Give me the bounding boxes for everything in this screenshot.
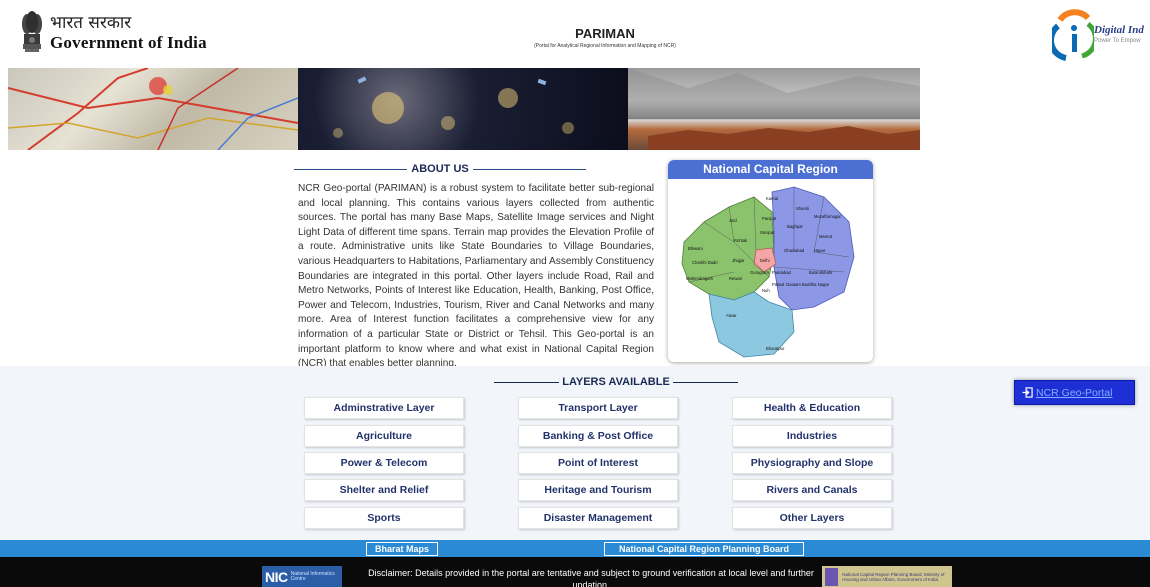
bharat-maps-link[interactable]: Bharat Maps	[366, 542, 438, 556]
layer-button-shelter-relief[interactable]: Shelter and Relief	[304, 479, 464, 501]
layer-button-health-education[interactable]: Health & Education	[732, 397, 892, 419]
map-label: Rohtak	[734, 238, 748, 243]
map-label: Mahendragarh	[686, 276, 714, 281]
goi-english-text: Government of India	[50, 33, 207, 52]
banner-terrain-image	[628, 68, 920, 150]
sign-in-icon	[1022, 387, 1033, 398]
page-title: PARIMAN	[575, 26, 635, 41]
map-label: Shamli	[796, 206, 809, 211]
national-emblem-icon	[22, 11, 42, 52]
map-label: Palwal	[772, 282, 784, 287]
layer-button-rivers-canals[interactable]: Rivers and Canals	[732, 479, 892, 501]
links-bar	[0, 540, 1150, 557]
about-us-heading: ABOUT US	[294, 163, 587, 175]
map-label: Panipat	[762, 216, 777, 221]
ncrpb-emblem-icon	[825, 567, 839, 586]
disclaimer-text: Disclaimer: Details provided in the port…	[368, 568, 814, 587]
map-label: Karnal	[766, 196, 778, 201]
map-label: Muzaffarnagar	[814, 214, 842, 219]
layer-button-disaster-management[interactable]: Disaster Management	[518, 507, 678, 529]
layer-button-point-of-interest[interactable]: Point of Interest	[518, 452, 678, 474]
layers-available-heading-text: LAYERS AVAILABLE	[562, 376, 670, 388]
digital-india-tagline: Power To Empow	[1094, 38, 1141, 44]
digital-india-icon	[1052, 9, 1094, 61]
map-label: Jhajjar	[732, 258, 745, 263]
ncrpb-link[interactable]: National Capital Region Planning Board	[604, 542, 804, 556]
nic-logo[interactable]: NIC National Informatics Centre	[262, 566, 342, 587]
banner-road-map-image	[8, 68, 298, 150]
banner-strip	[8, 68, 920, 150]
layer-button-power-telecom[interactable]: Power & Telecom	[304, 452, 464, 474]
page: भारत सरकार Government of India PARIMAN (…	[0, 0, 1150, 587]
map-label: Bharatpur	[766, 346, 785, 351]
layer-button-sports[interactable]: Sports	[304, 507, 464, 529]
layer-button-physiography[interactable]: Physiography and Slope	[732, 452, 892, 474]
nic-logo-text: NIC	[265, 568, 288, 585]
map-label: Charkhi Dadri	[692, 260, 718, 265]
map-label: Sonipat	[760, 230, 775, 235]
ncrpb-logo-text: National Capital Region Planning Board, …	[842, 571, 945, 582]
about-us-text: NCR Geo-portal (PARIMAN) is a robust sys…	[298, 183, 654, 370]
government-of-india-logo[interactable]: भारत सरकार Government of India	[20, 10, 207, 56]
banner-night-light-image	[298, 68, 628, 150]
layer-button-banking-post[interactable]: Banking & Post Office	[518, 425, 678, 447]
map-label: Bhiwani	[688, 246, 703, 251]
layer-button-agriculture[interactable]: Agriculture	[304, 425, 464, 447]
digital-india-text: Digital Ind	[1094, 24, 1144, 36]
site-header: भारत सरकार Government of India PARIMAN (…	[0, 0, 1150, 68]
goi-hindi-text: भारत सरकार	[50, 13, 132, 33]
map-label: Jind	[729, 218, 737, 223]
nic-logo-subtext: National Informatics Centre	[290, 570, 335, 582]
ncrpb-logo[interactable]: National Capital Region Planning Board, …	[822, 566, 952, 587]
layer-button-transport[interactable]: Transport Layer	[518, 397, 678, 419]
page-subtitle: (Portal for Analytical Regional Informat…	[534, 43, 676, 49]
map-label: Alwar	[726, 313, 737, 318]
map-label: Gautam Buddha Nagar	[786, 282, 830, 287]
portal-title-block: PARIMAN (Portal for Analytical Regional …	[460, 26, 750, 49]
digital-india-logo[interactable]: Digital Ind Power To Empow	[1052, 8, 1150, 66]
ncr-map-title: National Capital Region	[668, 160, 873, 179]
map-label: Ghaziabad	[784, 248, 805, 253]
map-label: Faridabad	[772, 270, 792, 275]
map-label: Bulandshahr	[809, 270, 833, 275]
map-label: Hapur	[814, 248, 826, 253]
layer-button-other[interactable]: Other Layers	[732, 507, 892, 529]
ncr-map-card[interactable]: National Capital Region Karnal Shamli Ji…	[668, 160, 873, 362]
map-label: Delhi	[760, 258, 770, 263]
map-label: Baghpat	[787, 224, 803, 229]
layers-available-heading: LAYERS AVAILABLE	[494, 376, 739, 388]
about-us-heading-text: ABOUT US	[411, 163, 469, 175]
map-label: Gurugram	[750, 270, 769, 275]
map-label: Meerut	[819, 234, 833, 239]
layer-button-heritage-tourism[interactable]: Heritage and Tourism	[518, 479, 678, 501]
ncr-region-map[interactable]: Karnal Shamli Jind Panipat Muzaffarnagar…	[674, 182, 869, 360]
map-label: Rewari	[729, 276, 742, 281]
ncr-geo-portal-link[interactable]: NCR Geo-Portal	[1036, 387, 1112, 399]
ncr-geo-portal-button[interactable]: NCR Geo-Portal	[1014, 380, 1135, 405]
map-label: Nuh	[762, 288, 770, 293]
layer-button-administrative[interactable]: Adminstrative Layer	[304, 397, 464, 419]
layer-button-industries[interactable]: Industries	[732, 425, 892, 447]
